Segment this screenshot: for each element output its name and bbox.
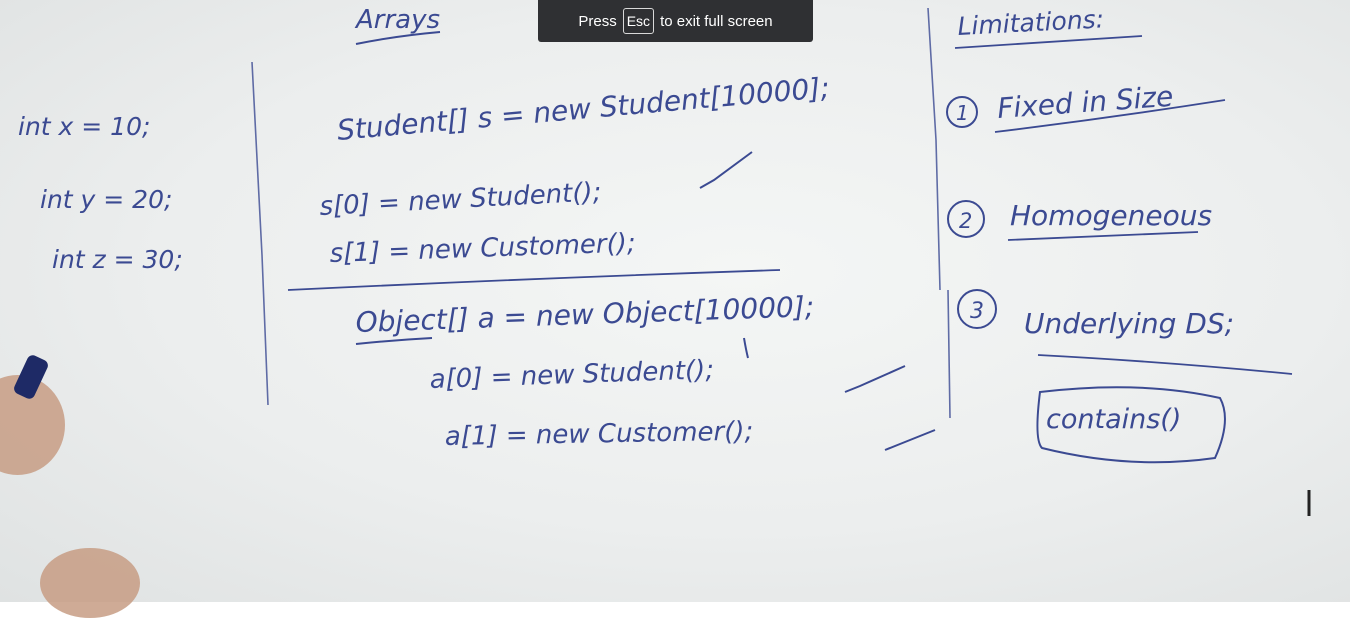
limitations-heading: Limitations:: [957, 4, 1105, 41]
limitation-1-text: Fixed in Size: [996, 80, 1174, 125]
toast-press-text: Press: [578, 12, 617, 30]
code-int-z: int z = 30;: [52, 245, 183, 274]
code-a1: a[1] = new Customer();: [445, 417, 754, 452]
fullscreen-exit-toast: Press Esc to exit full screen: [538, 0, 813, 42]
toast-suffix-text: to exit full screen: [660, 12, 773, 30]
code-int-y: int y = 20;: [40, 185, 172, 214]
presenter-hand-lower: [40, 548, 140, 618]
esc-key-badge[interactable]: Esc: [622, 8, 655, 34]
whiteboard-ink: Arrays int x = 10; int y = 20; int z = 3…: [18, 4, 1311, 516]
title-arrays: Arrays: [354, 5, 440, 35]
code-a0: a[0] = new Student();: [429, 355, 714, 395]
code-s1: s[1] = new Customer();: [329, 228, 636, 269]
limitation-1-number: 1: [956, 101, 969, 125]
contains-box-text: contains(): [1046, 404, 1181, 435]
code-int-x: int x = 10;: [18, 112, 150, 141]
limitation-3-text: Underlying DS;: [1024, 307, 1234, 340]
limitation-2-text: Homogeneous: [1010, 199, 1212, 232]
limitation-2-number: 2: [959, 209, 972, 233]
limitation-3-number: 3: [970, 299, 984, 324]
code-student-array: Student[] s = new Student[10000];: [336, 71, 831, 147]
code-s0: s[0] = new Student();: [319, 177, 602, 222]
code-object-array: Object[] a = new Object[10000];: [355, 290, 815, 339]
